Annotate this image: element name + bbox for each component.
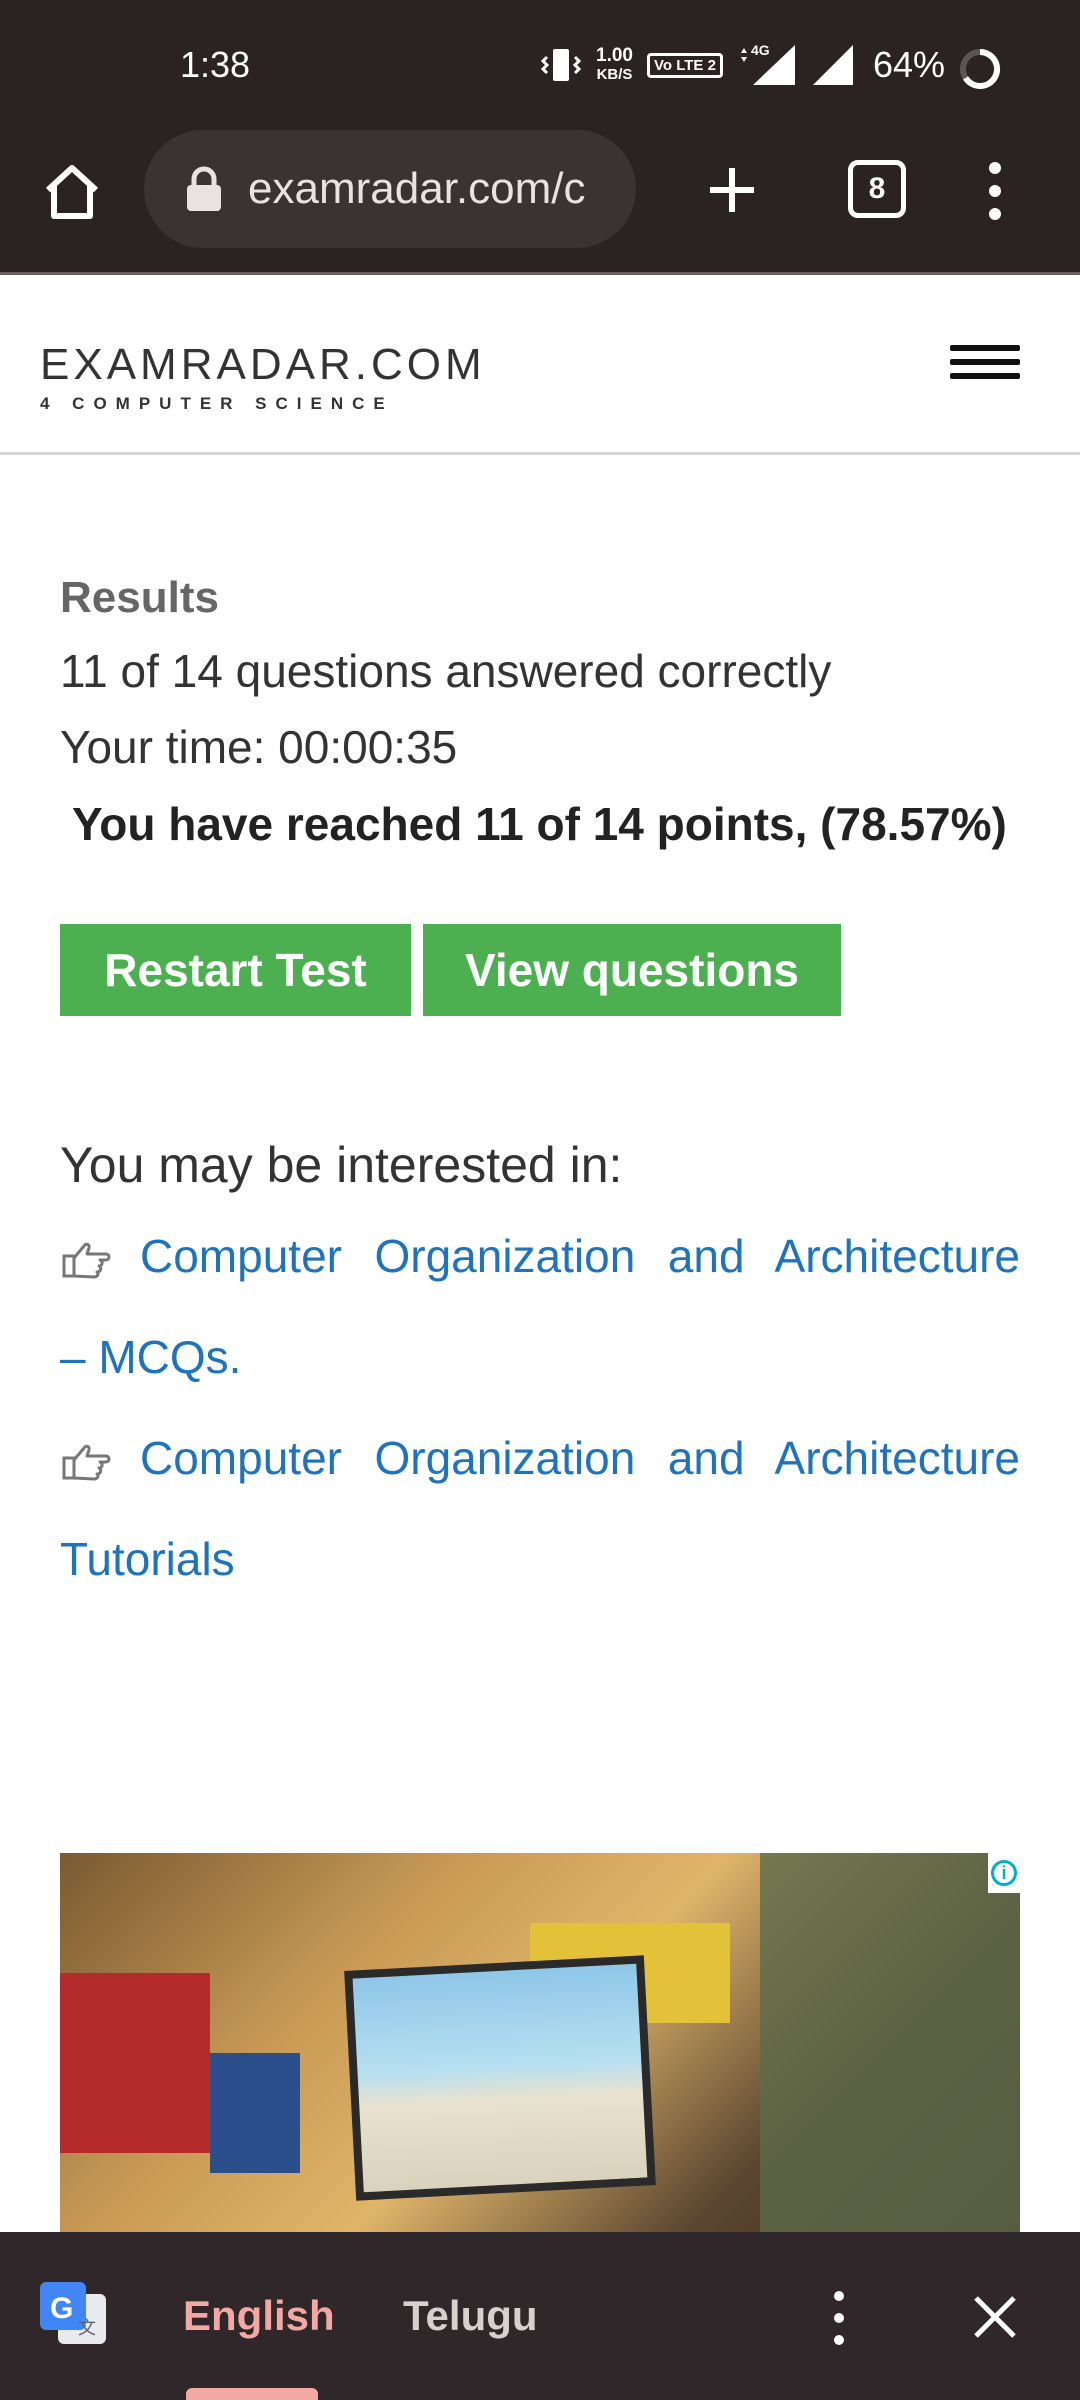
language-tab-telugu[interactable]: Telugu [403, 2292, 538, 2340]
related-link-text-continued: – MCQs. [60, 1331, 242, 1383]
site-header: EXAMRADAR.COM 4 COMPUTER SCIENCE [0, 272, 1080, 455]
advertisement-video[interactable]: i [60, 1853, 1020, 2233]
related-link-mcqs[interactable]: Computer Organization and Architecture –… [60, 1206, 1020, 1408]
tab-switcher-button[interactable]: 8 [848, 160, 906, 218]
svg-text:4G: 4G [751, 43, 770, 58]
battery-ring-icon [960, 48, 1001, 89]
related-link-text: Computer Organization and Architecture [140, 1230, 1020, 1282]
volte-icon: Vo LTE 2 [646, 52, 723, 78]
related-link-text-continued: Tutorials [60, 1533, 235, 1585]
active-language-indicator [186, 2388, 318, 2400]
browser-toolbar: examradar.com/c 8 [0, 130, 1080, 272]
points-summary: You have reached 11 of 14 points, (78.57… [72, 798, 1007, 850]
ad-scene-shelf [210, 2053, 300, 2173]
logo-title: EXAMRADAR.COM [40, 340, 486, 389]
status-icons: 1.00 KB/S Vo LTE 2 4G [540, 40, 855, 90]
related-link-tutorials[interactable]: Computer Organization and Architecture T… [60, 1408, 1020, 1610]
lock-icon [187, 166, 221, 211]
new-tab-plus-icon[interactable] [700, 158, 764, 222]
view-questions-button[interactable]: View questions [423, 924, 841, 1016]
ad-scene-shelf [60, 1973, 210, 2153]
overflow-menu-icon[interactable] [980, 156, 1010, 226]
logo-subtitle: 4 COMPUTER SCIENCE [40, 394, 394, 413]
browser-top-chrome: 1:38 1.00 KB/S Vo LTE 2 4G 64% examradar… [0, 0, 1080, 272]
site-logo[interactable]: EXAMRADAR.COM 4 COMPUTER SCIENCE [40, 340, 486, 413]
ad-info-icon[interactable]: i [988, 1853, 1020, 1893]
signal-4g-icon: 4G [740, 43, 795, 85]
ad-scene-wall [760, 1853, 1020, 2233]
time-taken: Your time: 00:00:35 [60, 721, 458, 773]
restart-test-button[interactable]: Restart Test [60, 924, 411, 1016]
network-speed: 1.00 KB/S [596, 45, 633, 83]
svg-text:文: 文 [78, 2318, 96, 2339]
url-text: examradar.com/c [248, 164, 586, 213]
google-translate-icon: G 文 [40, 2282, 106, 2344]
results-heading: Results [60, 573, 219, 622]
signal-icon [812, 45, 853, 85]
status-bar: 1:38 1.00 KB/S Vo LTE 2 4G 64% [0, 0, 1080, 130]
battery-percent: 64% [873, 44, 946, 85]
hamburger-icon[interactable] [950, 345, 1020, 385]
home-icon[interactable] [40, 160, 104, 224]
status-time: 1:38 [180, 44, 251, 85]
related-link-text: Computer Organization and Architecture [140, 1432, 1020, 1484]
vibrate-icon [540, 49, 582, 81]
pointing-hand-icon [62, 1242, 111, 1279]
close-icon[interactable] [970, 2292, 1020, 2342]
interested-heading: You may be interested in: [60, 1137, 623, 1193]
language-tab-english[interactable]: English [183, 2292, 335, 2340]
ad-scene-laptop [344, 1955, 656, 2201]
address-bar[interactable]: examradar.com/c [144, 130, 636, 248]
translate-bar: G 文 English Telugu [0, 2232, 1080, 2400]
pointing-hand-icon [62, 1444, 111, 1481]
svg-text:G: G [50, 2292, 73, 2325]
translate-more-icon[interactable] [824, 2288, 854, 2348]
answered-count: 11 of 14 questions answered correctly [60, 645, 832, 697]
